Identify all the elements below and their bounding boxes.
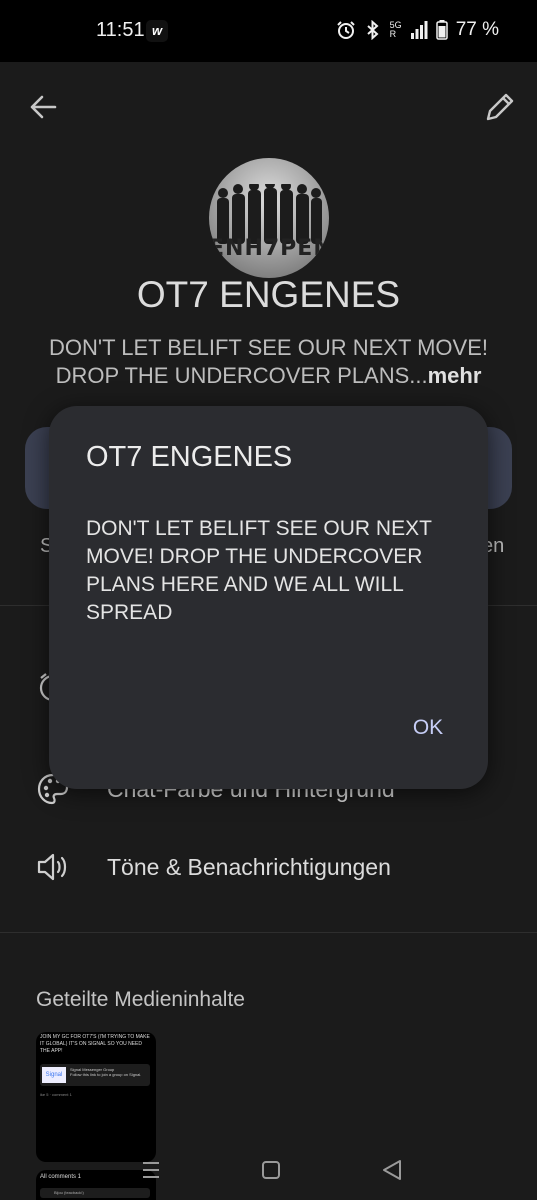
home-icon[interactable] — [257, 1156, 285, 1184]
thumbnail-text: JOIN MY GC FOR OT7'S (I'M TRYING TO MAKE… — [40, 1034, 150, 1054]
battery-icon — [435, 20, 448, 40]
group-description-text: DON'T LET BELIFT SEE OUR NEXT MOVE! DROP… — [48, 335, 488, 388]
system-nav-bar — [0, 1140, 537, 1200]
speaker-icon — [37, 853, 67, 881]
battery-percent: 77 % — [455, 19, 499, 40]
status-bar: 11:51 w 5G R 77 % — [0, 0, 537, 62]
network-indicator: 5G R — [390, 21, 402, 39]
roaming-label: R — [389, 29, 397, 39]
group-info-screen: ENH7PEN OT7 ENGENES DON'T LET BELIFT SEE… — [0, 62, 537, 1200]
alarm-icon — [336, 21, 355, 39]
divider — [0, 932, 537, 933]
bluetooth-icon — [367, 20, 379, 40]
menu-icon[interactable] — [137, 1156, 165, 1184]
signal-logo: Signal — [42, 1067, 66, 1083]
more-link[interactable]: mehr — [428, 363, 482, 388]
description-dialog: OT7 ENGENES DON'T LET BELIFT SEE OUR NEX… — [49, 406, 488, 789]
avatar-photo-figures — [217, 184, 322, 244]
back-icon[interactable] — [378, 1156, 406, 1184]
dialog-body: DON'T LET BELIFT SEE OUR NEXT MOVE! DROP… — [86, 517, 432, 624]
status-time: 11:51 — [96, 19, 145, 41]
avatar-logo-text: ENH7PEN — [209, 236, 329, 261]
group-avatar[interactable]: ENH7PEN — [209, 158, 329, 278]
sounds-notifications-label: Töne & Benachrichtigungen — [107, 854, 391, 880]
sounds-notifications-row[interactable]: Töne & Benachrichtigungen — [0, 836, 537, 896]
notification-app-icon: w — [146, 20, 168, 42]
group-description[interactable]: DON'T LET BELIFT SEE OUR NEXT MOVE! DROP… — [30, 334, 507, 390]
status-icons: 5G R 77 % — [336, 19, 499, 41]
thumbnail-meta: ike 5 · comment 1 — [40, 1092, 72, 1097]
back-arrow-icon[interactable] — [28, 92, 58, 122]
dialog-title: OT7 ENGENES — [86, 441, 293, 473]
thumbnail-card-subtitle: Follow this link to join a group on Sign… — [70, 1072, 142, 1077]
ok-button[interactable]: OK — [398, 706, 458, 750]
shared-media-title: Geteilte Medieninhalte — [36, 988, 245, 1011]
group-name: OT7 ENGENES — [136, 274, 401, 315]
edit-pencil-icon[interactable] — [483, 90, 517, 124]
signal-icon — [410, 21, 428, 39]
thumbnail-link-card: Signal Signal Messenger Group Follow thi… — [40, 1064, 150, 1086]
